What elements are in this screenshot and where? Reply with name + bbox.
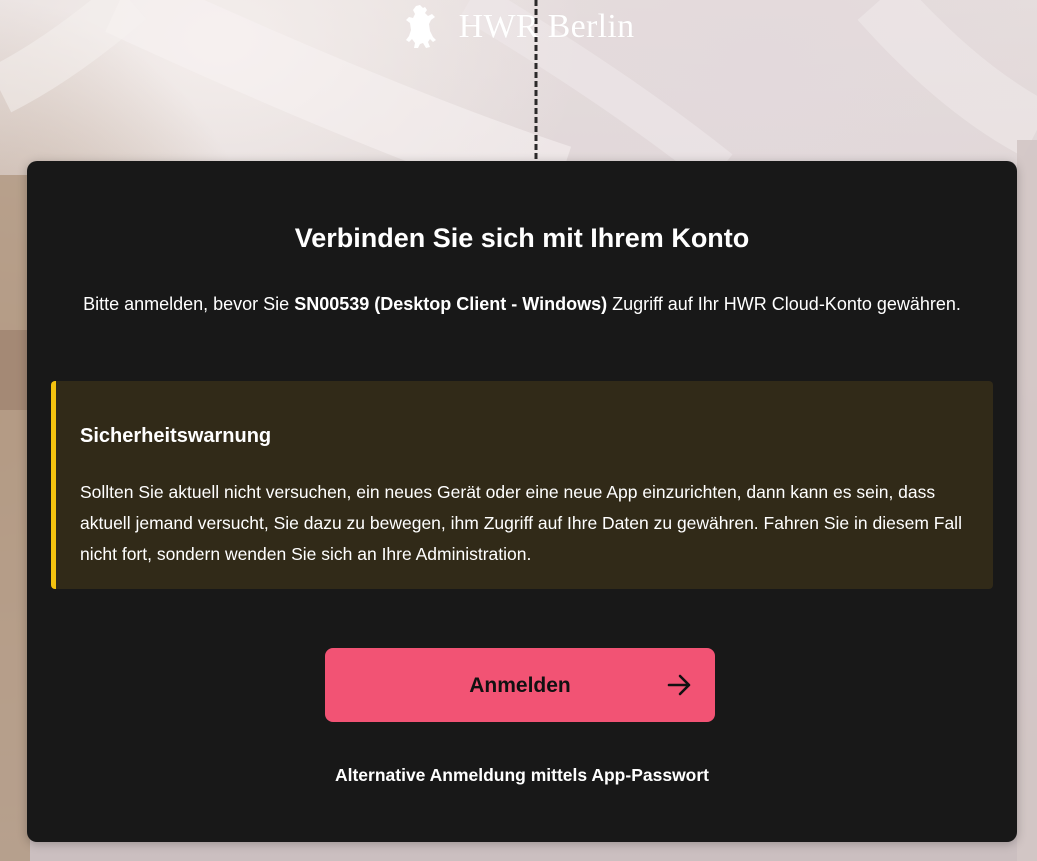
card-subtitle: Bitte anmelden, bevor Sie SN00539 (Deskt… [77,288,967,320]
login-button[interactable]: Anmelden [325,648,715,722]
subtitle-suffix: Zugriff auf Ihr HWR Cloud-Konto gewähren… [607,294,961,314]
brand-logo: HWR Berlin [0,4,1037,50]
security-warning-box: Sicherheitswarnung Sollten Sie aktuell n… [51,381,993,589]
warning-title: Sicherheitswarnung [80,425,272,447]
client-name: SN00539 (Desktop Client - Windows) [294,294,608,314]
brand-name: HWR Berlin [458,8,635,45]
card-title: Verbinden Sie sich mit Ihrem Konto [294,223,750,253]
login-button-label: Anmelden [469,674,571,697]
subtitle-prefix: Bitte anmelden, bevor Sie [83,294,295,314]
alternative-login-link[interactable]: Alternative Anmeldung mittels App-Passwo… [27,765,1017,786]
arrow-right-icon [667,674,691,696]
berlin-bear-icon [405,5,436,48]
warning-text: Sollten Sie aktuell nicht versuchen, ein… [80,482,962,564]
login-card: Verbinden Sie sich mit Ihrem Konto Bitte… [27,161,1017,842]
